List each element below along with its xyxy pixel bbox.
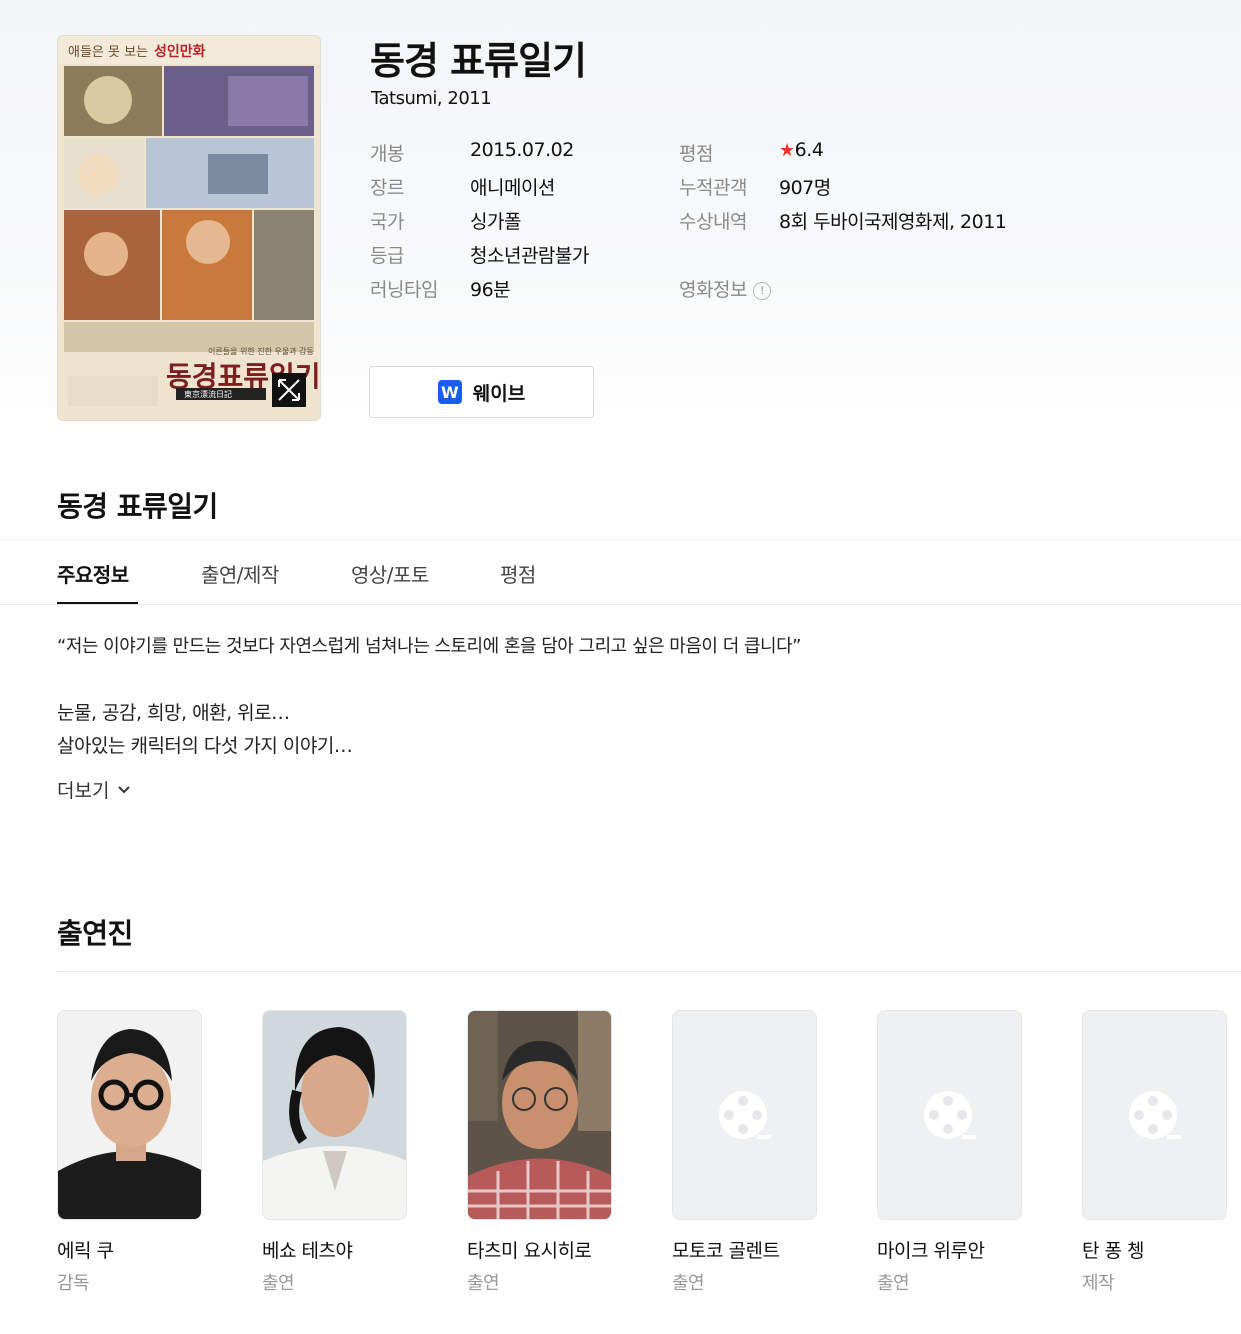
country-value: 싱가폴	[470, 211, 521, 233]
more-button[interactable]: 더보기	[57, 776, 131, 803]
poster-subtitle: 東京漂流日記	[184, 389, 232, 399]
audience-value: 907명	[779, 177, 831, 199]
tab-main-info[interactable]: 주요정보	[57, 559, 129, 588]
cast-card[interactable]: 베쇼 테츠야 출연	[262, 1010, 407, 1295]
cast-title: 출연진	[57, 917, 133, 950]
audience-label: 누적관객	[679, 177, 747, 199]
cast-role: 출연	[467, 1273, 500, 1294]
star-icon: ★	[779, 140, 795, 161]
cast-photo-placeholder[interactable]	[672, 1010, 817, 1220]
wavve-label: 웨이브	[472, 382, 526, 405]
poster-bottom-text: 이른들을 위한 진한 우울과 감동	[208, 346, 314, 356]
movie-title: 동경 표류일기	[370, 39, 587, 83]
more-label: 더보기	[57, 780, 110, 802]
rating-class-value: 청소년관람불가	[470, 245, 589, 267]
cast-role: 출연	[877, 1273, 910, 1294]
synopsis-line-1: 눈물, 공감, 희망, 애환, 위로…	[57, 702, 290, 724]
tabs-top-divider	[0, 539, 1241, 540]
expand-icon[interactable]	[272, 373, 306, 407]
cast-photo[interactable]	[262, 1010, 407, 1220]
runtime-value: 96분	[470, 279, 511, 301]
tab-rating[interactable]: 평점	[500, 559, 536, 588]
cast-card[interactable]: 타츠미 요시히로 출연	[467, 1010, 612, 1295]
wavve-watch-button[interactable]: W 웨이브	[369, 366, 594, 418]
poster-tagline-prefix: 애들은 못 보는	[68, 45, 148, 60]
cast-name[interactable]: 모토코 골렌트	[672, 1236, 817, 1263]
rating-class-label: 등급	[370, 245, 404, 267]
cast-photo[interactable]	[57, 1010, 202, 1220]
cast-photo-placeholder[interactable]	[1082, 1010, 1227, 1220]
genre-value: 애니메이션	[470, 177, 555, 199]
award-link[interactable]: 8회 두바이국제영화제, 2011	[779, 207, 1007, 234]
movie-info-label-wrap[interactable]: 영화정보!	[679, 275, 771, 302]
score-label: 평점	[679, 143, 713, 165]
section-title: 동경 표류일기	[57, 490, 218, 523]
cast-card[interactable]: 에릭 쿠 감독	[57, 1010, 202, 1295]
tab-video-photo[interactable]: 영상/포토	[351, 559, 429, 588]
film-reel-icon	[718, 1091, 771, 1139]
cast-role: 출연	[262, 1273, 295, 1294]
cast-card[interactable]: 탄 퐁 쳉 제작	[1082, 1010, 1227, 1295]
cast-name[interactable]: 마이크 위루안	[877, 1236, 1022, 1263]
movie-info-label: 영화정보	[679, 279, 747, 301]
movie-poster[interactable]: 애들은 못 보는 성인만화 이른들을 위한 진한 우울과 감동 동경표류일기 東…	[57, 35, 321, 421]
cast-card[interactable]: 마이크 위루안 출연	[877, 1010, 1022, 1295]
cast-role: 제작	[1082, 1273, 1115, 1294]
cast-role: 감독	[57, 1273, 90, 1294]
cast-card[interactable]: 모토코 골렌트 출연	[672, 1010, 817, 1295]
cast-role: 출연	[672, 1273, 705, 1294]
cast-name[interactable]: 에릭 쿠	[57, 1236, 202, 1263]
country-label: 국가	[370, 211, 404, 233]
award-label: 수상내역	[679, 211, 747, 233]
release-label: 개봉	[370, 143, 404, 165]
synopsis-line-2: 살아있는 캐릭터의 다섯 가지 이야기…	[57, 735, 353, 757]
cast-name[interactable]: 타츠미 요시히로	[467, 1236, 612, 1263]
release-value: 2015.07.02	[470, 139, 574, 161]
cast-photo-placeholder[interactable]	[877, 1010, 1022, 1220]
poster-tagline-highlight: 성인만화	[154, 43, 206, 60]
cast-photo[interactable]	[467, 1010, 612, 1220]
genre-label: 장르	[370, 177, 404, 199]
film-reel-icon	[923, 1091, 976, 1139]
score-value-wrap: ★6.4	[779, 139, 824, 161]
runtime-label: 러닝타임	[370, 279, 438, 301]
film-reel-icon	[1128, 1091, 1181, 1139]
cast-name[interactable]: 베쇼 테츠야	[262, 1236, 407, 1263]
cast-divider	[57, 971, 1241, 972]
info-icon[interactable]: !	[752, 282, 771, 300]
cast-name[interactable]: 탄 퐁 쳉	[1082, 1236, 1227, 1263]
synopsis-quote: “저는 이야기를 만드는 것보다 자연스럽게 넘쳐나는 스토리에 혼을 담아 그…	[57, 636, 802, 657]
tabs-bottom-divider	[0, 604, 1241, 605]
tab-cast-crew[interactable]: 출연/제작	[201, 559, 279, 588]
chevron-down-icon	[118, 785, 131, 793]
movie-subtitle: Tatsumi, 2011	[371, 88, 492, 109]
wavve-logo-icon: W	[437, 380, 462, 404]
score-value: 6.4	[794, 139, 824, 161]
